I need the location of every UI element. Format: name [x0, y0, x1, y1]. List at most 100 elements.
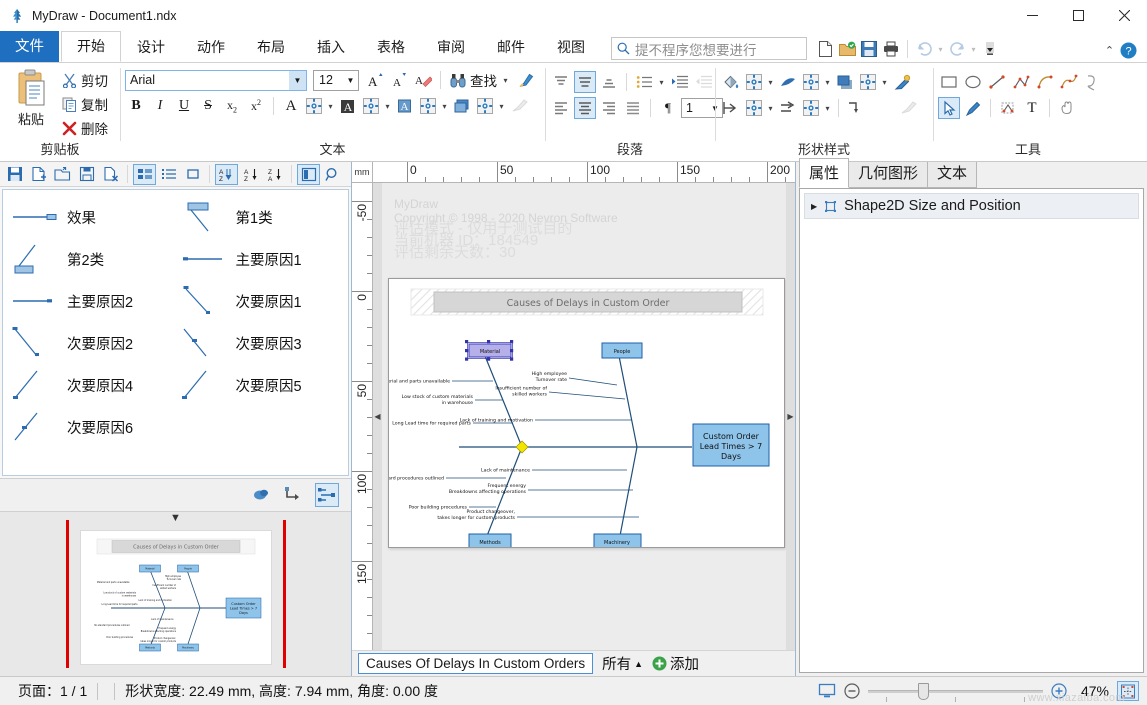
tab-home[interactable]: 开始	[61, 31, 121, 62]
connector-icon[interactable]	[282, 483, 306, 507]
chevron-down-icon[interactable]: ▾	[880, 78, 889, 87]
delete-button[interactable]: 删除	[59, 117, 111, 139]
ellipse-tool[interactable]	[962, 71, 984, 93]
clear-brush-button[interactable]	[508, 95, 530, 117]
zoom-out-icon[interactable]	[844, 683, 860, 699]
text-tool[interactable]: T	[1021, 97, 1043, 119]
format-painter-button[interactable]	[515, 69, 537, 91]
redo-icon[interactable]	[947, 39, 967, 59]
paste-button[interactable]: 粘贴	[5, 67, 57, 130]
italic-button[interactable]: I	[149, 95, 171, 117]
rectangle-tool[interactable]	[938, 71, 960, 93]
delete-library-icon[interactable]	[99, 164, 122, 185]
align-bottom-button[interactable]	[598, 71, 620, 93]
vertical-ruler[interactable]: -50050100150200	[352, 183, 373, 650]
zoom-slider-handle[interactable]	[918, 682, 929, 700]
text-background-button[interactable]: A	[394, 95, 416, 117]
sort-ascending-icon[interactable]: AZ	[239, 164, 262, 185]
find-button[interactable]: 查找 ▾	[447, 69, 513, 91]
highlight-settings-icon[interactable]	[361, 96, 381, 116]
stroke-settings-icon[interactable]	[801, 72, 821, 92]
zoom-slider[interactable]	[868, 682, 1043, 702]
shape-item-minor4[interactable]: 次要原因4	[7, 364, 176, 406]
align-middle-button[interactable]	[574, 71, 596, 93]
sort-az-icon[interactable]: AZ	[215, 163, 238, 185]
shape-list[interactable]: 效果 第1类 第2类 主要原因1 主要原因2 次要原因1 次要原因2 次要原因3…	[2, 189, 349, 476]
pan-hand-tool[interactable]	[1056, 97, 1078, 119]
style-painter-button[interactable]	[897, 97, 919, 119]
horizontal-ruler[interactable]: 0 50 100 150 200	[373, 162, 795, 183]
begin-arrow-button[interactable]	[720, 97, 742, 119]
shape-item-major2[interactable]: 主要原因2	[7, 280, 176, 322]
tab-table[interactable]: 表格	[361, 32, 421, 62]
shape-item-effect[interactable]: 效果	[7, 196, 176, 238]
pointer-tool[interactable]	[938, 97, 960, 119]
save-library-icon[interactable]	[3, 164, 26, 185]
align-right-button[interactable]	[598, 97, 620, 119]
shape-fill-button[interactable]	[451, 95, 473, 117]
connector-style-button[interactable]	[845, 97, 867, 119]
underline-button[interactable]: U	[173, 95, 195, 117]
bullets-button[interactable]	[633, 71, 655, 93]
shape-fill-settings-icon[interactable]	[475, 96, 495, 116]
chevron-down-icon[interactable]: ▾	[766, 104, 775, 113]
maximize-button[interactable]	[1055, 0, 1101, 31]
tab-insert[interactable]: 插入	[301, 32, 361, 62]
property-row-size-position[interactable]: ▶ Shape2D Size and Position	[804, 193, 1139, 219]
new-library-icon[interactable]	[27, 164, 50, 185]
chevron-down-icon[interactable]: ▾	[823, 104, 832, 113]
decrease-indent-button[interactable]	[692, 71, 714, 93]
drawing-canvas[interactable]: MyDraw Copyright © 1998 - 2020 Nevron So…	[382, 183, 786, 650]
bold-button[interactable]: B	[125, 95, 147, 117]
tab-view[interactable]: 视图	[541, 32, 601, 62]
shape-item-minor1[interactable]: 次要原因1	[176, 280, 345, 322]
text-highlight-button[interactable]: A	[337, 95, 359, 117]
layout-icon[interactable]	[315, 483, 339, 507]
shape-item-major1[interactable]: 主要原因1	[176, 238, 345, 280]
sheet-tab[interactable]: Causes Of Delays In Custom Orders	[358, 653, 594, 674]
subscript-button[interactable]: x2	[221, 95, 243, 117]
arc-tool[interactable]	[1034, 71, 1056, 93]
chevron-down-icon[interactable]: ▾	[326, 102, 335, 111]
polyline-tool[interactable]	[1010, 71, 1032, 93]
font-name-select[interactable]: Arial ▼	[125, 69, 307, 91]
save-as-library-icon[interactable]	[75, 164, 98, 185]
print-icon[interactable]	[881, 39, 901, 59]
open-library-icon[interactable]	[51, 164, 74, 185]
shape-item-minor3[interactable]: 次要原因3	[176, 322, 345, 364]
align-left-button[interactable]	[550, 97, 572, 119]
paragraph-mark-button[interactable]: ¶	[657, 97, 679, 119]
shrink-font-button[interactable]: A	[388, 69, 410, 91]
drawing-page[interactable]: Causes of Delays in Custom Order Materia…	[382, 278, 785, 550]
cut-button[interactable]: 剪切	[59, 69, 111, 91]
tab-mail[interactable]: 邮件	[481, 32, 541, 62]
qat-more-icon[interactable]	[980, 39, 1000, 59]
search-input[interactable]: 提不程序您想要进行	[611, 37, 807, 60]
close-button[interactable]	[1101, 0, 1147, 31]
shadow-button[interactable]	[834, 71, 856, 93]
line-tool[interactable]	[986, 71, 1008, 93]
icons-view-icon[interactable]	[133, 163, 156, 185]
chevron-down-icon[interactable]: ▾	[383, 102, 392, 111]
collapse-right-icon[interactable]: ▶	[786, 183, 795, 650]
shape-item-cat1[interactable]: 第1类	[176, 196, 345, 238]
text-background-settings-icon[interactable]	[418, 96, 438, 116]
shape-item-minor5[interactable]: 次要原因5	[176, 364, 345, 406]
end-arrow-settings-icon[interactable]	[801, 98, 821, 118]
edit-points-tool[interactable]	[997, 97, 1019, 119]
shadow-settings-icon[interactable]	[858, 72, 878, 92]
new-icon[interactable]	[815, 39, 835, 59]
tab-layout[interactable]: 布局	[241, 32, 301, 62]
grow-font-button[interactable]: A	[364, 69, 386, 91]
save-icon[interactable]	[859, 39, 879, 59]
tab-file[interactable]: 文件	[0, 31, 59, 62]
chevron-down-icon[interactable]: ▾	[497, 102, 506, 111]
chevron-down-icon[interactable]: ▾	[823, 78, 832, 87]
expand-arrow-icon[interactable]: ▶	[811, 202, 817, 211]
tab-action[interactable]: 动作	[181, 32, 241, 62]
help-icon[interactable]: ?	[1120, 42, 1137, 59]
align-center-button[interactable]	[574, 97, 596, 119]
tab-review[interactable]: 审阅	[421, 32, 481, 62]
sheet-add-button[interactable]: 添加	[652, 653, 699, 674]
increase-indent-button[interactable]	[668, 71, 690, 93]
